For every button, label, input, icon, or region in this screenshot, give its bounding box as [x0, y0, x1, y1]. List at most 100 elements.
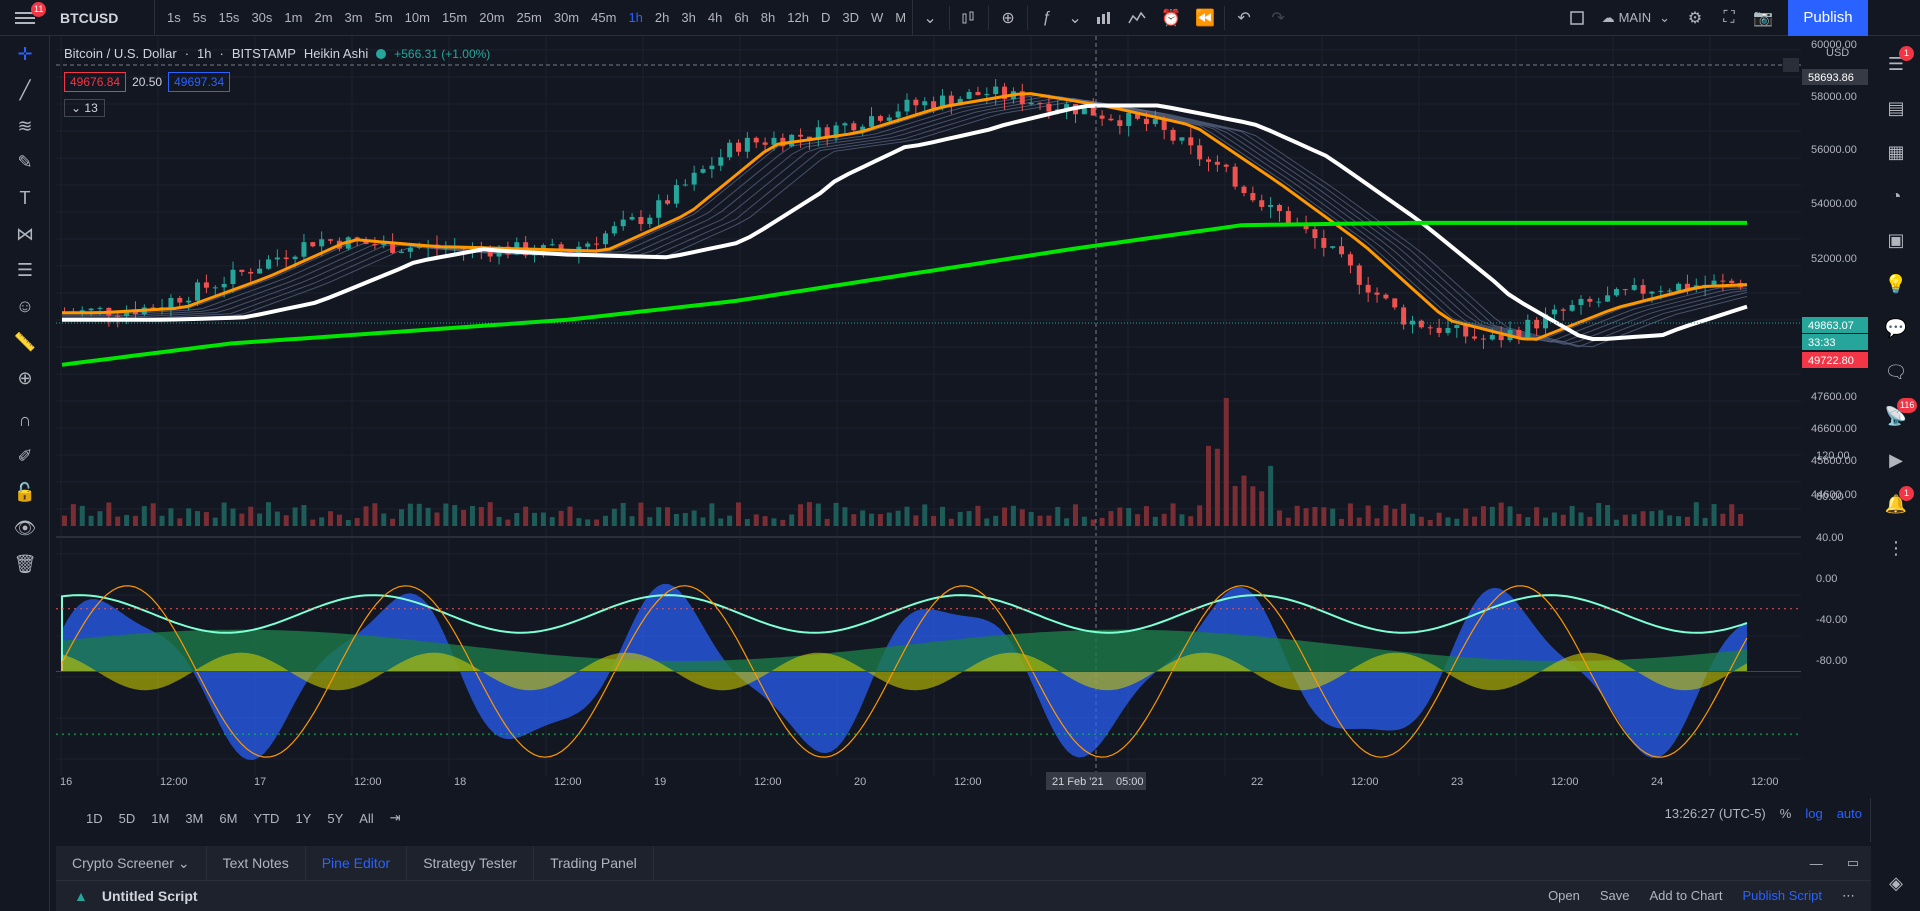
interval-10m[interactable]: 10m: [399, 10, 436, 25]
indicators-collapse-button[interactable]: ⌄ 13: [64, 99, 105, 117]
range-1m[interactable]: 1M: [143, 811, 177, 826]
range-all[interactable]: All: [351, 811, 381, 826]
messages-icon[interactable]: 🗨: [1871, 350, 1920, 394]
interval-3m[interactable]: 3m: [339, 10, 369, 25]
magnet-icon[interactable]: ∩: [0, 402, 50, 438]
main-menu-button[interactable]: 11: [0, 0, 50, 36]
interval-W[interactable]: W: [865, 10, 889, 25]
percent-toggle[interactable]: %: [1780, 806, 1792, 821]
goto-date-icon[interactable]: ⇥: [382, 810, 409, 826]
layout-selector[interactable]: ☁ MAIN ⌄: [1594, 10, 1678, 26]
range-6m[interactable]: 6M: [211, 811, 245, 826]
streams-icon[interactable]: 📡 116: [1871, 394, 1920, 438]
interval-1s[interactable]: 1s: [161, 10, 187, 25]
fib-icon[interactable]: ≋: [0, 108, 50, 144]
financials-icon[interactable]: [1086, 0, 1120, 36]
crosshair-icon[interactable]: ✛: [0, 36, 50, 72]
ruler-icon[interactable]: 📏: [0, 324, 50, 360]
publish-button[interactable]: Publish: [1788, 0, 1868, 36]
range-5d[interactable]: 5D: [111, 811, 144, 826]
interval-5m[interactable]: 5m: [369, 10, 399, 25]
interval-dropdown-icon[interactable]: ⌄: [913, 0, 947, 36]
prediction-icon[interactable]: ☰: [0, 252, 50, 288]
chart-style-icon[interactable]: [952, 0, 986, 36]
data-window-icon[interactable]: ▦: [1871, 130, 1920, 174]
range-3m[interactable]: 3M: [177, 811, 211, 826]
alerts-bell-icon[interactable]: 🔔 1: [1871, 482, 1920, 526]
fullscreen-layout-icon[interactable]: [1560, 0, 1594, 36]
range-1d[interactable]: 1D: [78, 811, 111, 826]
interval-25m[interactable]: 25m: [511, 10, 548, 25]
interval-30s[interactable]: 30s: [245, 10, 278, 25]
settings-gear-icon[interactable]: ⚙: [1678, 0, 1712, 36]
interval-15s[interactable]: 15s: [212, 10, 245, 25]
interval-45m[interactable]: 45m: [585, 10, 622, 25]
layers-icon[interactable]: ◈: [1871, 861, 1920, 905]
trash-icon[interactable]: 🗑: [0, 546, 50, 582]
chart-canvas[interactable]: 60000.0058000.0056000.0054000.0052000.00…: [56, 36, 1871, 798]
sell-price-button[interactable]: 49676.84: [64, 72, 127, 92]
more-icon[interactable]: ⋯: [1842, 888, 1855, 904]
maximize-panel-icon[interactable]: ▭: [1835, 855, 1871, 871]
calendar-icon[interactable]: ▣: [1871, 218, 1920, 262]
range-5y[interactable]: 5Y: [319, 811, 351, 826]
interval-1m[interactable]: 1m: [278, 10, 308, 25]
eye-icon[interactable]: 👁: [0, 510, 50, 546]
tab-pine-editor[interactable]: Pine Editor: [306, 846, 408, 880]
stay-drawing-icon[interactable]: ✐: [0, 438, 50, 474]
tab-text-notes[interactable]: Text Notes: [207, 846, 306, 880]
video-icon[interactable]: ▶: [1871, 438, 1920, 482]
alert-icon[interactable]: ⏰: [1154, 0, 1188, 36]
publish-script-button[interactable]: Publish Script: [1743, 888, 1822, 904]
redo-icon[interactable]: ↷: [1261, 0, 1295, 36]
indicators-dropdown-icon[interactable]: ⌄: [1064, 0, 1086, 36]
interval-2h[interactable]: 2h: [649, 10, 675, 25]
interval-8h[interactable]: 8h: [755, 10, 781, 25]
script-name[interactable]: Untitled Script: [102, 888, 198, 904]
news-icon[interactable]: ▤: [1871, 86, 1920, 130]
tab-crypto-screener[interactable]: Crypto Screener ⌄: [56, 846, 207, 880]
interval-12h[interactable]: 12h: [781, 10, 815, 25]
interval-4h[interactable]: 4h: [702, 10, 728, 25]
replay-icon[interactable]: ⏪: [1188, 0, 1222, 36]
pattern-icon[interactable]: ⋈: [0, 216, 50, 252]
ideas-icon[interactable]: 💡: [1871, 262, 1920, 306]
interval-15m[interactable]: 15m: [436, 10, 473, 25]
minimize-panel-icon[interactable]: —: [1798, 856, 1835, 871]
range-1y[interactable]: 1Y: [287, 811, 319, 826]
log-toggle[interactable]: log: [1805, 806, 1822, 821]
interval-2m[interactable]: 2m: [308, 10, 338, 25]
zoom-in-icon[interactable]: ⊕: [0, 360, 50, 396]
save-button[interactable]: Save: [1600, 888, 1630, 904]
undo-icon[interactable]: ↶: [1227, 0, 1261, 36]
symbol-search[interactable]: BTCUSD: [50, 0, 155, 36]
buy-price-button[interactable]: 49697.34: [168, 72, 231, 92]
interval-M[interactable]: M: [889, 10, 912, 25]
lock-icon[interactable]: 🔓: [0, 474, 50, 510]
interval-30m[interactable]: 30m: [548, 10, 585, 25]
interval-3D[interactable]: 3D: [836, 10, 865, 25]
range-ytd[interactable]: YTD: [245, 811, 287, 826]
interval-20m[interactable]: 20m: [473, 10, 510, 25]
fullscreen-icon[interactable]: ⛶: [1712, 0, 1746, 36]
hotlist-icon[interactable]: ◔: [1871, 174, 1920, 218]
auto-toggle[interactable]: auto: [1837, 806, 1862, 821]
clock[interactable]: 13:26:27 (UTC-5): [1665, 806, 1766, 821]
interval-5s[interactable]: 5s: [187, 10, 213, 25]
text-tool-icon[interactable]: T: [0, 180, 50, 216]
tab-strategy-tester[interactable]: Strategy Tester: [407, 846, 535, 880]
interval-1h[interactable]: 1h: [622, 10, 648, 25]
interval-6h[interactable]: 6h: [728, 10, 754, 25]
compare-icon[interactable]: ⊕: [991, 0, 1025, 36]
trendline-icon[interactable]: ╱: [0, 72, 50, 108]
object-tree-icon[interactable]: ⋮: [1871, 526, 1920, 570]
open-button[interactable]: Open: [1548, 888, 1580, 904]
indicators-icon[interactable]: ƒ: [1030, 0, 1064, 36]
add-to-chart-button[interactable]: Add to Chart: [1650, 888, 1723, 904]
tab-trading-panel[interactable]: Trading Panel: [534, 846, 654, 880]
emoji-icon[interactable]: ☺: [0, 288, 50, 324]
interval-3h[interactable]: 3h: [675, 10, 701, 25]
watchlist-icon[interactable]: ☰ 1: [1871, 42, 1920, 86]
interval-D[interactable]: D: [815, 10, 836, 25]
brush-icon[interactable]: ✎: [0, 144, 50, 180]
